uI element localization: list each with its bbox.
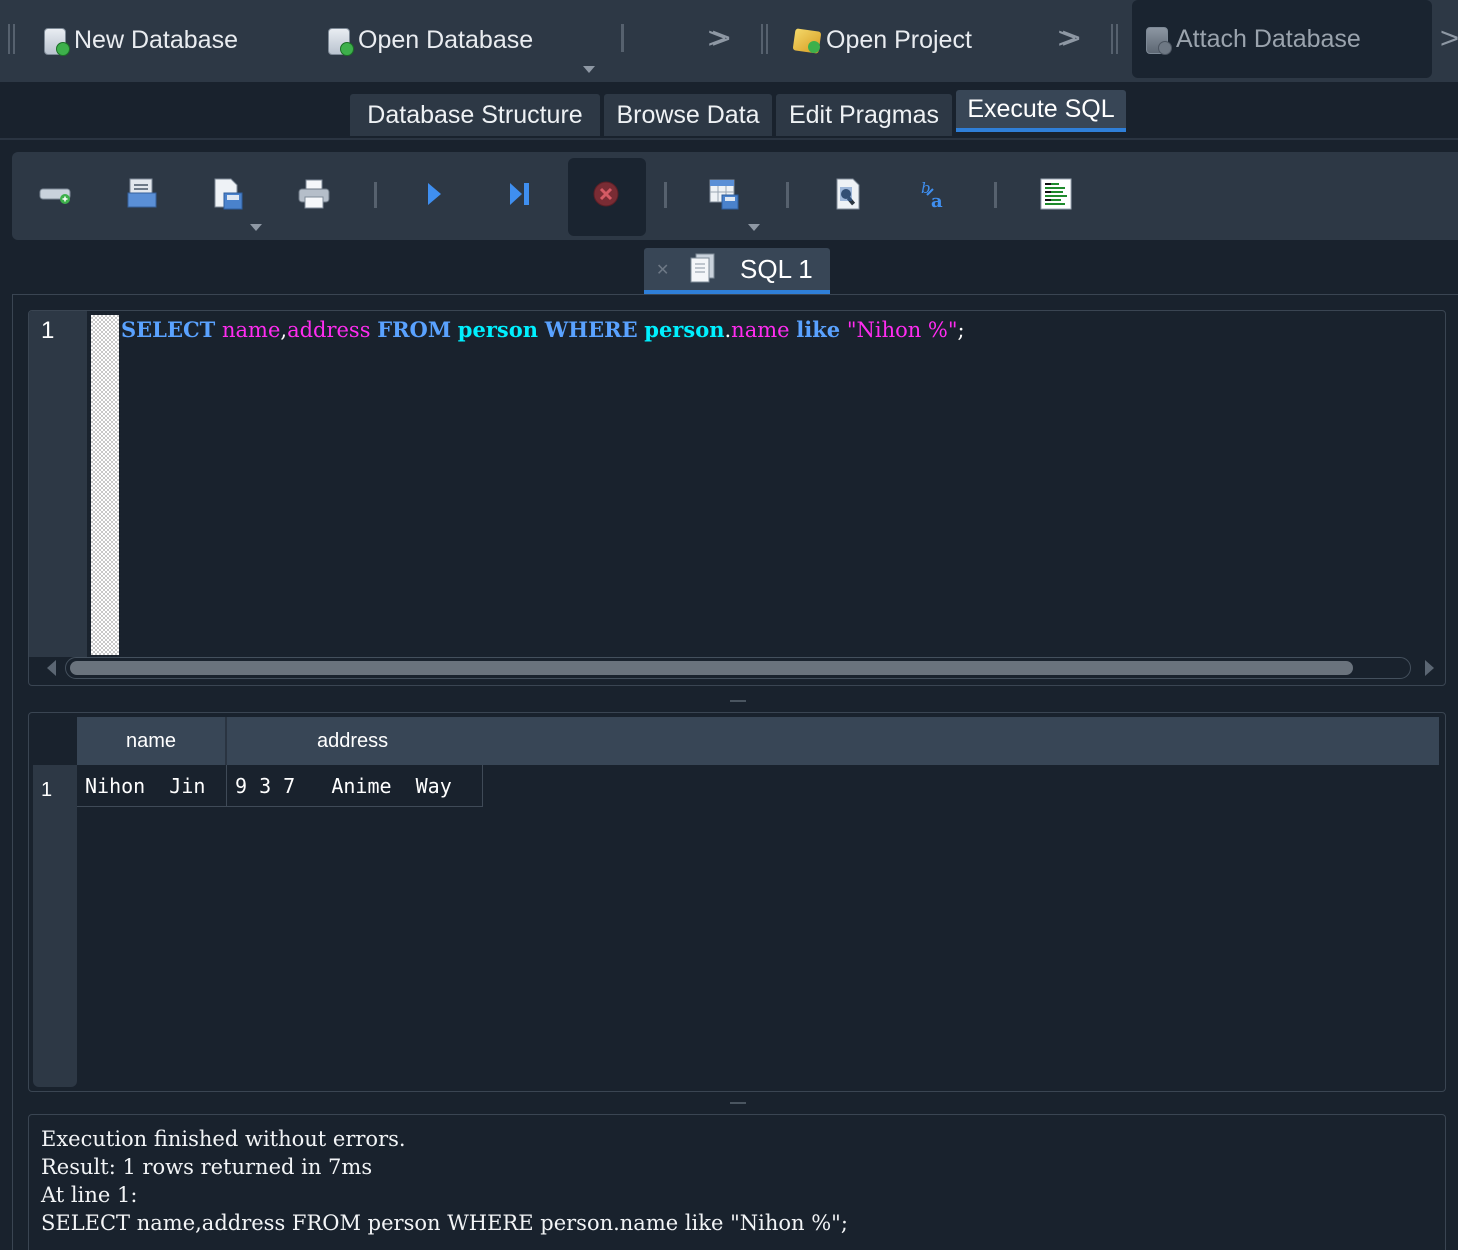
open-project-icon [792,25,822,55]
tab-browse-data[interactable]: Browse Data [604,94,772,136]
tabs-divider [0,138,1458,140]
toolbar-separator [664,182,667,208]
scroll-right-arrow[interactable] [1425,660,1434,676]
open-database-dropdown-arrow[interactable] [583,66,595,73]
line-number-gutter: 1 [29,311,87,657]
find-icon[interactable] [828,174,868,214]
open-database-button[interactable]: Open Database [324,14,533,66]
line-number: 1 [41,317,55,344]
toolbar-separator [374,182,377,208]
row-number[interactable]: 1 [41,779,52,802]
toolbar-grip[interactable] [1111,24,1119,54]
column-header-address[interactable]: address [227,717,1439,765]
save-results-icon[interactable] [704,174,744,214]
sql-keyword: WHERE [544,317,638,342]
column-header-label: address [317,729,389,752]
sql-table: person [457,317,538,342]
toolbar-grip[interactable] [761,24,769,54]
results-grid[interactable]: 1 name address Nihon Jin 9 3 7 Anime Way [28,712,1446,1092]
execute-all-icon[interactable] [414,174,454,214]
sql-table: person [644,317,725,342]
sql-punctuation: ; [957,318,965,342]
column-header-label: name [125,729,177,752]
sql-code-line[interactable]: SELECT name,address FROM person WHERE pe… [121,317,965,342]
table-cell[interactable]: Nihon Jin [77,765,227,807]
tab-database-structure[interactable]: Database Structure [350,94,600,136]
save-results-dropdown-arrow[interactable] [748,224,760,231]
new-database-icon [40,25,70,56]
attach-database-button[interactable]: Attach Database [1132,0,1432,78]
sql-keyword: FROM [377,317,452,342]
splitter-handle[interactable] [730,700,746,702]
sql-space [215,318,222,342]
main-toolbar: New Database Open Database >> Open Proje… [0,0,1458,82]
execute-current-line-icon[interactable] [500,174,540,214]
new-database-label: New Database [74,25,238,54]
sql-keyword: like [796,317,841,342]
splitter-handle[interactable] [730,1102,746,1104]
open-project-button[interactable]: Open Project [792,14,972,66]
attach-database-icon [1142,24,1172,55]
line-message: At line 1: [41,1183,138,1207]
horizontal-scrollbar[interactable] [65,657,1411,679]
comment-icon[interactable] [1036,174,1076,214]
toolbar-separator [994,182,997,208]
sql-keyword: SELECT [121,317,216,342]
sql-column: name [221,318,281,342]
toolbar-extension-chevron-icon[interactable]: >> [1058,22,1081,56]
editor-tab-sql-1[interactable]: ✕ SQL 1 [644,248,830,294]
new-database-button[interactable]: New Database [40,14,238,66]
svg-text:b: b [921,179,931,197]
toolbar-extension-chevron-icon[interactable]: > [1440,22,1457,56]
close-tab-icon[interactable]: ✕ [656,260,669,280]
tab-label: Browse Data [616,100,760,129]
toolbar-separator [786,182,789,208]
tab-edit-pragmas[interactable]: Edit Pragmas [776,94,952,136]
open-tab-icon[interactable] [36,174,76,214]
sql-space [451,318,458,342]
grid-corner[interactable] [33,717,77,765]
tab-label: Database Structure [367,100,583,129]
save-sql-file-dropdown-arrow[interactable] [250,224,262,231]
sql-column: address [287,318,371,342]
row-header-column: 1 [33,765,77,1087]
save-sql-file-icon[interactable] [208,174,248,214]
sql-editor[interactable]: 1 SELECT name,address FROM person WHERE … [28,310,1446,686]
open-sql-file-icon[interactable] [122,174,162,214]
print-icon[interactable] [294,174,334,214]
tab-label: Execute SQL [967,94,1115,123]
open-database-label: Open Database [358,25,534,54]
toolbar-extension-chevron-icon[interactable]: >> [708,22,731,56]
tab-execute-sql[interactable]: Execute SQL [956,90,1126,132]
result-message: Result: 1 rows returned in 7ms [41,1155,373,1179]
sql-document-icon [690,253,715,283]
sql-string: "Nihon %" [846,318,958,342]
editor-margin [91,315,119,655]
open-project-label: Open Project [826,25,972,54]
scroll-left-arrow[interactable] [47,660,56,676]
toolbar-separator [621,24,624,52]
toolbar-grip[interactable] [8,24,16,54]
sql-toolbar: ba [12,152,1458,240]
column-header-name[interactable]: name [77,717,227,765]
find-replace-icon[interactable]: ba [914,174,954,214]
tab-label: Edit Pragmas [788,100,940,129]
svg-text:a: a [931,191,943,211]
editor-tab-label: SQL 1 [740,254,813,284]
open-database-icon [324,25,354,56]
status-message: Execution finished without errors. [41,1127,406,1151]
scrollbar-thumb[interactable] [70,661,1353,675]
table-cell[interactable]: 9 3 7 Anime Way [227,765,483,807]
sql-space [840,318,847,342]
query-echo: SELECT name,address FROM person WHERE pe… [41,1211,848,1235]
sql-column: name [731,318,790,342]
message-pane[interactable]: Execution finished without errors. Resul… [28,1114,1446,1250]
attach-database-label: Attach Database [1176,24,1361,53]
sql-space [538,318,545,342]
stop-execution-icon[interactable] [586,174,626,214]
